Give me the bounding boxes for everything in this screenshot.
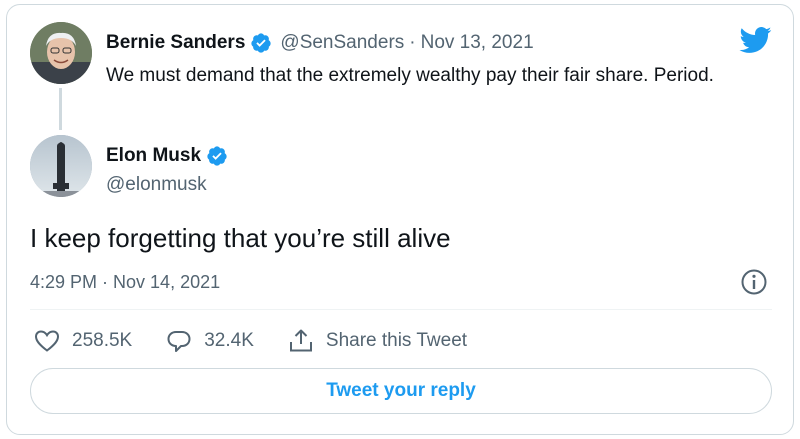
reply-count: 32.4K bbox=[204, 330, 254, 351]
divider bbox=[30, 309, 772, 310]
header-separator: · bbox=[409, 32, 416, 53]
tweet-timestamp[interactable]: 4:29 PM · Nov 14, 2021 bbox=[30, 272, 220, 293]
thread-connector-line bbox=[59, 88, 62, 130]
tweet-text: I keep forgetting that you’re still aliv… bbox=[30, 223, 451, 253]
parent-tweet-date[interactable]: Nov 13, 2021 bbox=[421, 32, 534, 54]
like-count: 258.5K bbox=[72, 330, 133, 351]
tweet-your-reply-button[interactable]: Tweet your reply bbox=[30, 368, 772, 414]
twitter-bird-icon[interactable] bbox=[738, 26, 772, 54]
parent-tweet-header: Bernie Sanders @SenSanders · Nov 13, 202… bbox=[106, 31, 534, 55]
share-label: Share this Tweet bbox=[325, 330, 468, 351]
info-icon[interactable] bbox=[740, 268, 768, 296]
verified-badge-icon bbox=[251, 33, 272, 53]
parent-tweet-text: We must demand that the extremely wealth… bbox=[106, 65, 714, 86]
reply-button[interactable]: 32.4K bbox=[166, 329, 254, 353]
like-button[interactable]: 258.5K bbox=[34, 329, 132, 353]
reply-bubble-icon bbox=[167, 331, 191, 352]
parent-author-name[interactable]: Bernie Sanders bbox=[106, 32, 245, 54]
author-name[interactable]: Elon Musk bbox=[106, 145, 201, 167]
share-icon bbox=[289, 329, 312, 352]
share-button[interactable]: Share this Tweet bbox=[288, 328, 467, 354]
verified-badge-icon bbox=[207, 146, 227, 166]
author-handle[interactable]: @elonmusk bbox=[106, 174, 207, 196]
parent-author-handle[interactable]: @SenSanders bbox=[280, 32, 404, 54]
avatar-bernie-sanders[interactable] bbox=[30, 22, 92, 84]
avatar-elon-musk[interactable] bbox=[30, 135, 92, 197]
heart-icon bbox=[34, 330, 60, 352]
tweet-header: Elon Musk bbox=[106, 144, 228, 168]
tweet-actions-bar: 258.5K 32.4K Share this Tweet bbox=[34, 326, 501, 356]
